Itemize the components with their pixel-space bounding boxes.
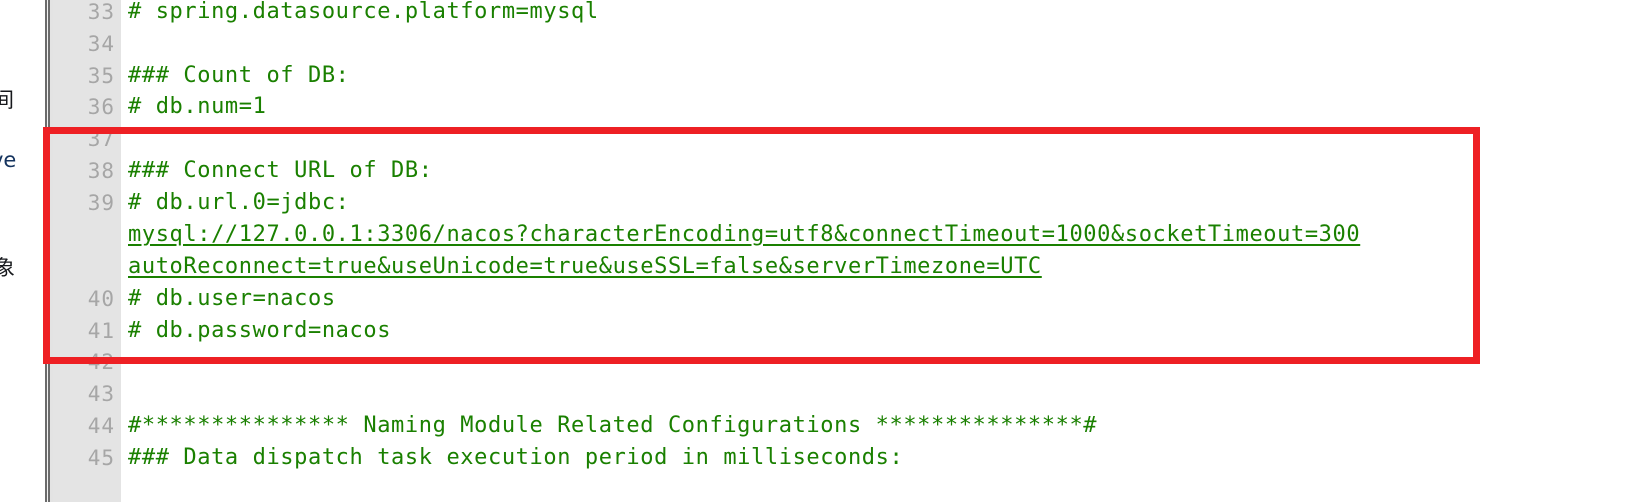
code-row[interactable]: 33 # spring.datasource.platform=mysql <box>44 0 1641 28</box>
code-text: ### Connect URL of DB: <box>128 158 433 183</box>
code-row[interactable]: 38 ### Connect URL of DB: <box>44 155 1641 187</box>
code-text: # db.user=nacos <box>128 286 336 311</box>
line-number: 42 <box>87 350 115 374</box>
code-text: # db.password=nacos <box>128 318 392 343</box>
line-number: 41 <box>87 319 115 343</box>
code-row[interactable]: 37 <box>44 123 1641 155</box>
line-number: 44 <box>87 414 115 438</box>
line-number: 45 <box>87 446 115 470</box>
clipped-text-fragment-1: 间 <box>0 88 14 112</box>
code-row-wrapped[interactable]: mysql://127.0.0.1:3306/nacos?characterEn… <box>44 219 1641 251</box>
code-text: # db.num=1 <box>128 94 267 119</box>
clipped-page-text: 间 ve 象 <box>0 0 44 502</box>
code-text: # db.url.0=jdbc: <box>128 190 350 215</box>
line-number: 38 <box>87 159 115 183</box>
line-number: 43 <box>87 382 115 406</box>
jdbc-url-link[interactable]: mysql://127.0.0.1:3306/nacos?characterEn… <box>128 219 1360 251</box>
clipped-link-fragment[interactable]: ve <box>0 148 16 172</box>
code-row[interactable]: 44 #*************** Naming Module Relate… <box>44 410 1641 442</box>
code-row[interactable]: 45 ### Data dispatch task execution peri… <box>44 442 1641 474</box>
line-number: 33 <box>87 0 115 24</box>
line-number: 37 <box>87 127 115 151</box>
line-number: 35 <box>87 64 115 88</box>
code-row[interactable]: 42 <box>44 346 1641 378</box>
code-row-wrapped[interactable]: autoReconnect=true&useUnicode=true&useSS… <box>44 251 1641 283</box>
code-text: # spring.datasource.platform=mysql <box>128 0 599 24</box>
code-row[interactable]: 40 # db.user=nacos <box>44 283 1641 315</box>
code-editor[interactable]: 33 # spring.datasource.platform=mysql 34… <box>44 0 1641 502</box>
line-number: 36 <box>87 95 115 119</box>
code-row[interactable]: 43 <box>44 378 1641 410</box>
code-text: #*************** Naming Module Related C… <box>128 413 1098 438</box>
line-number: 34 <box>87 32 115 56</box>
line-number: 40 <box>87 287 115 311</box>
clipped-text-fragment-2: 象 <box>0 256 15 280</box>
code-row[interactable]: 41 # db.password=nacos <box>44 315 1641 347</box>
code-row[interactable]: 35 ### Count of DB: <box>44 60 1641 92</box>
code-row[interactable]: 39 # db.url.0=jdbc: <box>44 187 1641 219</box>
line-number: 39 <box>87 191 115 215</box>
code-text: ### Count of DB: <box>128 63 350 88</box>
code-row[interactable]: 36 # db.num=1 <box>44 91 1641 123</box>
code-row[interactable]: 34 <box>44 28 1641 60</box>
code-text: ### Data dispatch task execution period … <box>128 445 904 470</box>
jdbc-url-link-continued[interactable]: autoReconnect=true&useUnicode=true&useSS… <box>128 251 1042 283</box>
